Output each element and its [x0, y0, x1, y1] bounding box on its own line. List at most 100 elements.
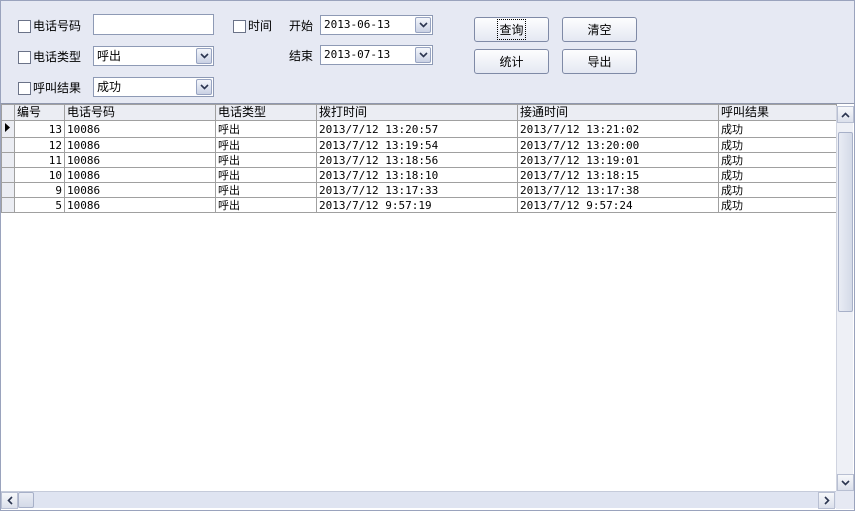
chevron-right-icon[interactable] — [818, 492, 835, 509]
cell-id[interactable]: 9 — [14, 182, 65, 198]
chevron-up-icon[interactable] — [837, 106, 854, 123]
row-header[interactable] — [1, 167, 15, 183]
cell-result[interactable]: 成功 — [718, 152, 837, 168]
scrollbar-corner — [836, 491, 854, 509]
cell-connect-time[interactable]: 2013/7/12 9:57:24 — [517, 197, 719, 213]
table-row[interactable]: 5 10086 呼出 2013/7/12 9:57:19 2013/7/12 9… — [1, 197, 837, 213]
vertical-scrollbar[interactable] — [836, 106, 854, 491]
chevron-down-icon[interactable] — [415, 17, 431, 33]
call-records-grid[interactable]: 编号 电话号码 电话类型 拨打时间 接通时间 呼叫结果 13 10086 呼出 … — [0, 104, 855, 511]
cell-dial-time[interactable]: 2013/7/12 9:57:19 — [316, 197, 518, 213]
chevron-down-icon[interactable] — [415, 47, 431, 63]
cell-result[interactable]: 成功 — [718, 197, 837, 213]
vertical-scroll-thumb[interactable] — [838, 132, 853, 312]
cell-result[interactable]: 成功 — [718, 182, 837, 198]
export-button[interactable]: 导出 — [562, 49, 637, 74]
column-header-connect-time[interactable]: 接通时间 — [517, 104, 719, 121]
cell-result[interactable]: 成功 — [718, 167, 837, 183]
cell-dial-time[interactable]: 2013/7/12 13:20:57 — [316, 120, 518, 138]
cell-id[interactable]: 11 — [14, 152, 65, 168]
call-type-select[interactable]: 呼出 — [93, 46, 214, 66]
cell-phone[interactable]: 10086 — [64, 167, 216, 183]
row-header[interactable] — [1, 137, 15, 153]
row-header[interactable] — [1, 120, 15, 138]
row-header-corner — [1, 104, 15, 121]
cell-dial-time[interactable]: 2013/7/12 13:18:10 — [316, 167, 518, 183]
horizontal-scrollbar[interactable] — [1, 491, 836, 509]
chevron-left-icon[interactable] — [1, 492, 18, 509]
table-row[interactable]: 10 10086 呼出 2013/7/12 13:18:10 2013/7/12… — [1, 167, 837, 183]
export-button-label: 导出 — [587, 55, 612, 69]
chevron-down-icon[interactable] — [196, 48, 212, 64]
horizontal-scroll-thumb[interactable] — [18, 492, 34, 508]
call-type-checkbox[interactable] — [18, 50, 31, 64]
cell-connect-time[interactable]: 2013/7/12 13:21:02 — [517, 120, 719, 138]
cell-type[interactable]: 呼出 — [215, 137, 317, 153]
time-checkbox[interactable] — [233, 19, 246, 33]
phone-number-filter: 电话号码 — [18, 16, 81, 36]
cell-dial-time[interactable]: 2013/7/12 13:18:56 — [316, 152, 518, 168]
filter-panel: 电话号码 电话类型 呼出 呼叫结果 成功 时间 开始 2013-06-13 结束… — [0, 0, 855, 104]
cell-type[interactable]: 呼出 — [215, 182, 317, 198]
triangle-right-icon — [5, 123, 10, 132]
cell-type[interactable]: 呼出 — [215, 120, 317, 138]
query-button[interactable]: 查询 — [474, 17, 549, 42]
call-type-label: 电话类型 — [33, 50, 82, 64]
chevron-down-icon[interactable] — [837, 474, 854, 491]
column-header-phone[interactable]: 电话号码 — [64, 104, 216, 121]
cell-result[interactable]: 成功 — [718, 120, 837, 138]
cell-type[interactable]: 呼出 — [215, 167, 317, 183]
start-date-picker[interactable]: 2013-06-13 — [320, 15, 433, 35]
cell-phone[interactable]: 10086 — [64, 152, 216, 168]
call-type-value: 呼出 — [97, 49, 122, 63]
start-date-value: 2013-06-13 — [324, 18, 391, 31]
cell-id[interactable]: 5 — [14, 197, 65, 213]
cell-connect-time[interactable]: 2013/7/12 13:17:38 — [517, 182, 719, 198]
chevron-down-icon[interactable] — [196, 79, 212, 95]
cell-dial-time[interactable]: 2013/7/12 13:17:33 — [316, 182, 518, 198]
call-result-label: 呼叫结果 — [33, 81, 82, 95]
row-header[interactable] — [1, 197, 15, 213]
end-label: 结束 — [289, 49, 314, 63]
time-filter: 时间 — [233, 16, 272, 36]
cell-id[interactable]: 13 — [14, 120, 65, 138]
cell-phone[interactable]: 10086 — [64, 197, 216, 213]
call-result-filter: 呼叫结果 — [18, 78, 81, 98]
clear-button[interactable]: 清空 — [562, 17, 637, 42]
cell-phone[interactable]: 10086 — [64, 182, 216, 198]
column-header-id[interactable]: 编号 — [14, 104, 65, 121]
end-date-picker[interactable]: 2013-07-13 — [320, 45, 433, 65]
table-row[interactable]: 11 10086 呼出 2013/7/12 13:18:56 2013/7/12… — [1, 152, 837, 168]
time-label: 时间 — [248, 19, 273, 33]
row-header[interactable] — [1, 152, 15, 168]
cell-connect-time[interactable]: 2013/7/12 13:20:00 — [517, 137, 719, 153]
cell-type[interactable]: 呼出 — [215, 197, 317, 213]
cell-type[interactable]: 呼出 — [215, 152, 317, 168]
column-header-result[interactable]: 呼叫结果 — [718, 104, 837, 121]
cell-connect-time[interactable]: 2013/7/12 13:19:01 — [517, 152, 719, 168]
call-result-select[interactable]: 成功 — [93, 77, 214, 97]
table-row[interactable]: 13 10086 呼出 2013/7/12 13:20:57 2013/7/12… — [1, 120, 837, 138]
table-row[interactable]: 12 10086 呼出 2013/7/12 13:19:54 2013/7/12… — [1, 137, 837, 153]
phone-number-input[interactable] — [93, 14, 214, 35]
cell-phone[interactable]: 10086 — [64, 120, 216, 138]
call-result-value: 成功 — [97, 80, 122, 94]
column-header-type[interactable]: 电话类型 — [215, 104, 317, 121]
phone-number-checkbox[interactable] — [18, 19, 31, 33]
cell-connect-time[interactable]: 2013/7/12 13:18:15 — [517, 167, 719, 183]
table-header-row: 编号 电话号码 电话类型 拨打时间 接通时间 呼叫结果 — [1, 104, 837, 121]
column-header-dial-time[interactable]: 拨打时间 — [316, 104, 518, 121]
cell-id[interactable]: 12 — [14, 137, 65, 153]
stats-button-label: 统计 — [499, 55, 524, 69]
call-result-checkbox[interactable] — [18, 81, 31, 95]
phone-number-label: 电话号码 — [33, 19, 82, 33]
cell-phone[interactable]: 10086 — [64, 137, 216, 153]
stats-button[interactable]: 统计 — [474, 49, 549, 74]
row-header[interactable] — [1, 182, 15, 198]
cell-dial-time[interactable]: 2013/7/12 13:19:54 — [316, 137, 518, 153]
cell-result[interactable]: 成功 — [718, 137, 837, 153]
call-records-table: 编号 电话号码 电话类型 拨打时间 接通时间 呼叫结果 13 10086 呼出 … — [1, 104, 837, 213]
cell-id[interactable]: 10 — [14, 167, 65, 183]
table-row[interactable]: 9 10086 呼出 2013/7/12 13:17:33 2013/7/12 … — [1, 182, 837, 198]
query-button-label: 查询 — [497, 19, 526, 40]
